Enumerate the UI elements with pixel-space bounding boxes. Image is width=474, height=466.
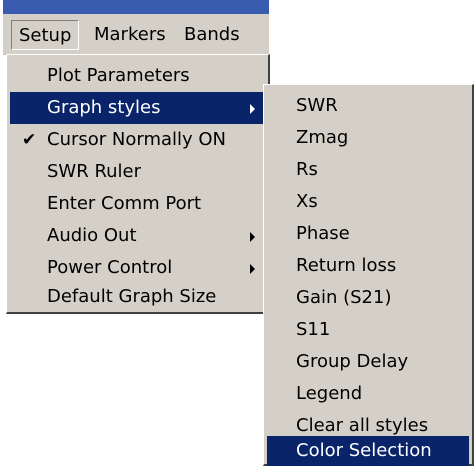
menu-bands[interactable]: Bands bbox=[177, 20, 247, 50]
menu-item-cursor-normally-on[interactable]: ✔ Cursor Normally ON bbox=[10, 124, 265, 156]
submenu-item-xs[interactable]: Xs bbox=[267, 186, 469, 218]
submenu-item-label: Phase bbox=[296, 223, 350, 244]
menu-item-label: Graph styles bbox=[47, 97, 161, 118]
submenu-item-rs[interactable]: Rs bbox=[267, 154, 469, 186]
submenu-item-label: Color Selection bbox=[296, 440, 432, 461]
menu-item-label: SWR Ruler bbox=[47, 161, 142, 182]
menu-item-enter-comm-port[interactable]: Enter Comm Port bbox=[10, 188, 265, 220]
menu-bands-label: Bands bbox=[184, 24, 240, 45]
menu-setup-label: Setup bbox=[19, 25, 72, 46]
submenu-arrow-icon bbox=[250, 104, 255, 114]
submenu-item-label: S11 bbox=[296, 319, 331, 340]
submenu-item-label: Group Delay bbox=[296, 351, 409, 372]
submenu-item-swr[interactable]: SWR bbox=[267, 90, 469, 122]
setup-dropdown: Plot Parameters Graph styles ✔ Cursor No… bbox=[6, 54, 270, 314]
menu-bar: Setup Markers Bands bbox=[3, 14, 269, 55]
submenu-item-label: Return loss bbox=[296, 255, 397, 276]
graph-styles-submenu: SWR Zmag Rs Xs Phase Return loss Gain (S… bbox=[263, 84, 474, 466]
menu-item-label: Default Graph Size bbox=[47, 286, 217, 307]
menu-item-plot-parameters[interactable]: Plot Parameters bbox=[10, 60, 265, 92]
menu-item-label: Enter Comm Port bbox=[47, 193, 202, 214]
submenu-item-legend[interactable]: Legend bbox=[267, 378, 469, 410]
submenu-arrow-icon bbox=[250, 264, 255, 274]
submenu-item-gain-s21[interactable]: Gain (S21) bbox=[267, 282, 469, 314]
submenu-item-label: Gain (S21) bbox=[296, 287, 392, 308]
menu-item-audio-out[interactable]: Audio Out bbox=[10, 220, 265, 252]
menu-markers-label: Markers bbox=[94, 24, 166, 45]
menu-item-label: Audio Out bbox=[47, 225, 137, 246]
menu-item-default-graph-size[interactable]: Default Graph Size bbox=[10, 284, 265, 310]
submenu-item-return-loss[interactable]: Return loss bbox=[267, 250, 469, 282]
submenu-item-s11[interactable]: S11 bbox=[267, 314, 469, 346]
menu-item-label: Plot Parameters bbox=[47, 65, 190, 86]
submenu-item-label: SWR bbox=[296, 95, 338, 116]
window-title-strip bbox=[3, 0, 269, 14]
submenu-item-group-delay[interactable]: Group Delay bbox=[267, 346, 469, 378]
submenu-item-label: Zmag bbox=[296, 127, 349, 148]
menu-item-label: Cursor Normally ON bbox=[47, 129, 227, 150]
submenu-item-phase[interactable]: Phase bbox=[267, 218, 469, 250]
submenu-item-label: Legend bbox=[296, 383, 363, 404]
submenu-item-color-selection[interactable]: Color Selection bbox=[267, 436, 469, 466]
menu-setup[interactable]: Setup bbox=[11, 20, 80, 50]
menu-item-graph-styles[interactable]: Graph styles bbox=[10, 92, 265, 124]
submenu-item-zmag[interactable]: Zmag bbox=[267, 122, 469, 154]
menu-markers[interactable]: Markers bbox=[87, 20, 173, 50]
menu-item-label: Power Control bbox=[47, 257, 173, 278]
submenu-item-label: Rs bbox=[296, 159, 318, 180]
menu-item-swr-ruler[interactable]: SWR Ruler bbox=[10, 156, 265, 188]
submenu-item-label: Xs bbox=[296, 191, 318, 212]
checkmark-icon: ✔ bbox=[22, 130, 37, 150]
submenu-arrow-icon bbox=[250, 232, 255, 242]
menu-item-power-control[interactable]: Power Control bbox=[10, 252, 265, 284]
